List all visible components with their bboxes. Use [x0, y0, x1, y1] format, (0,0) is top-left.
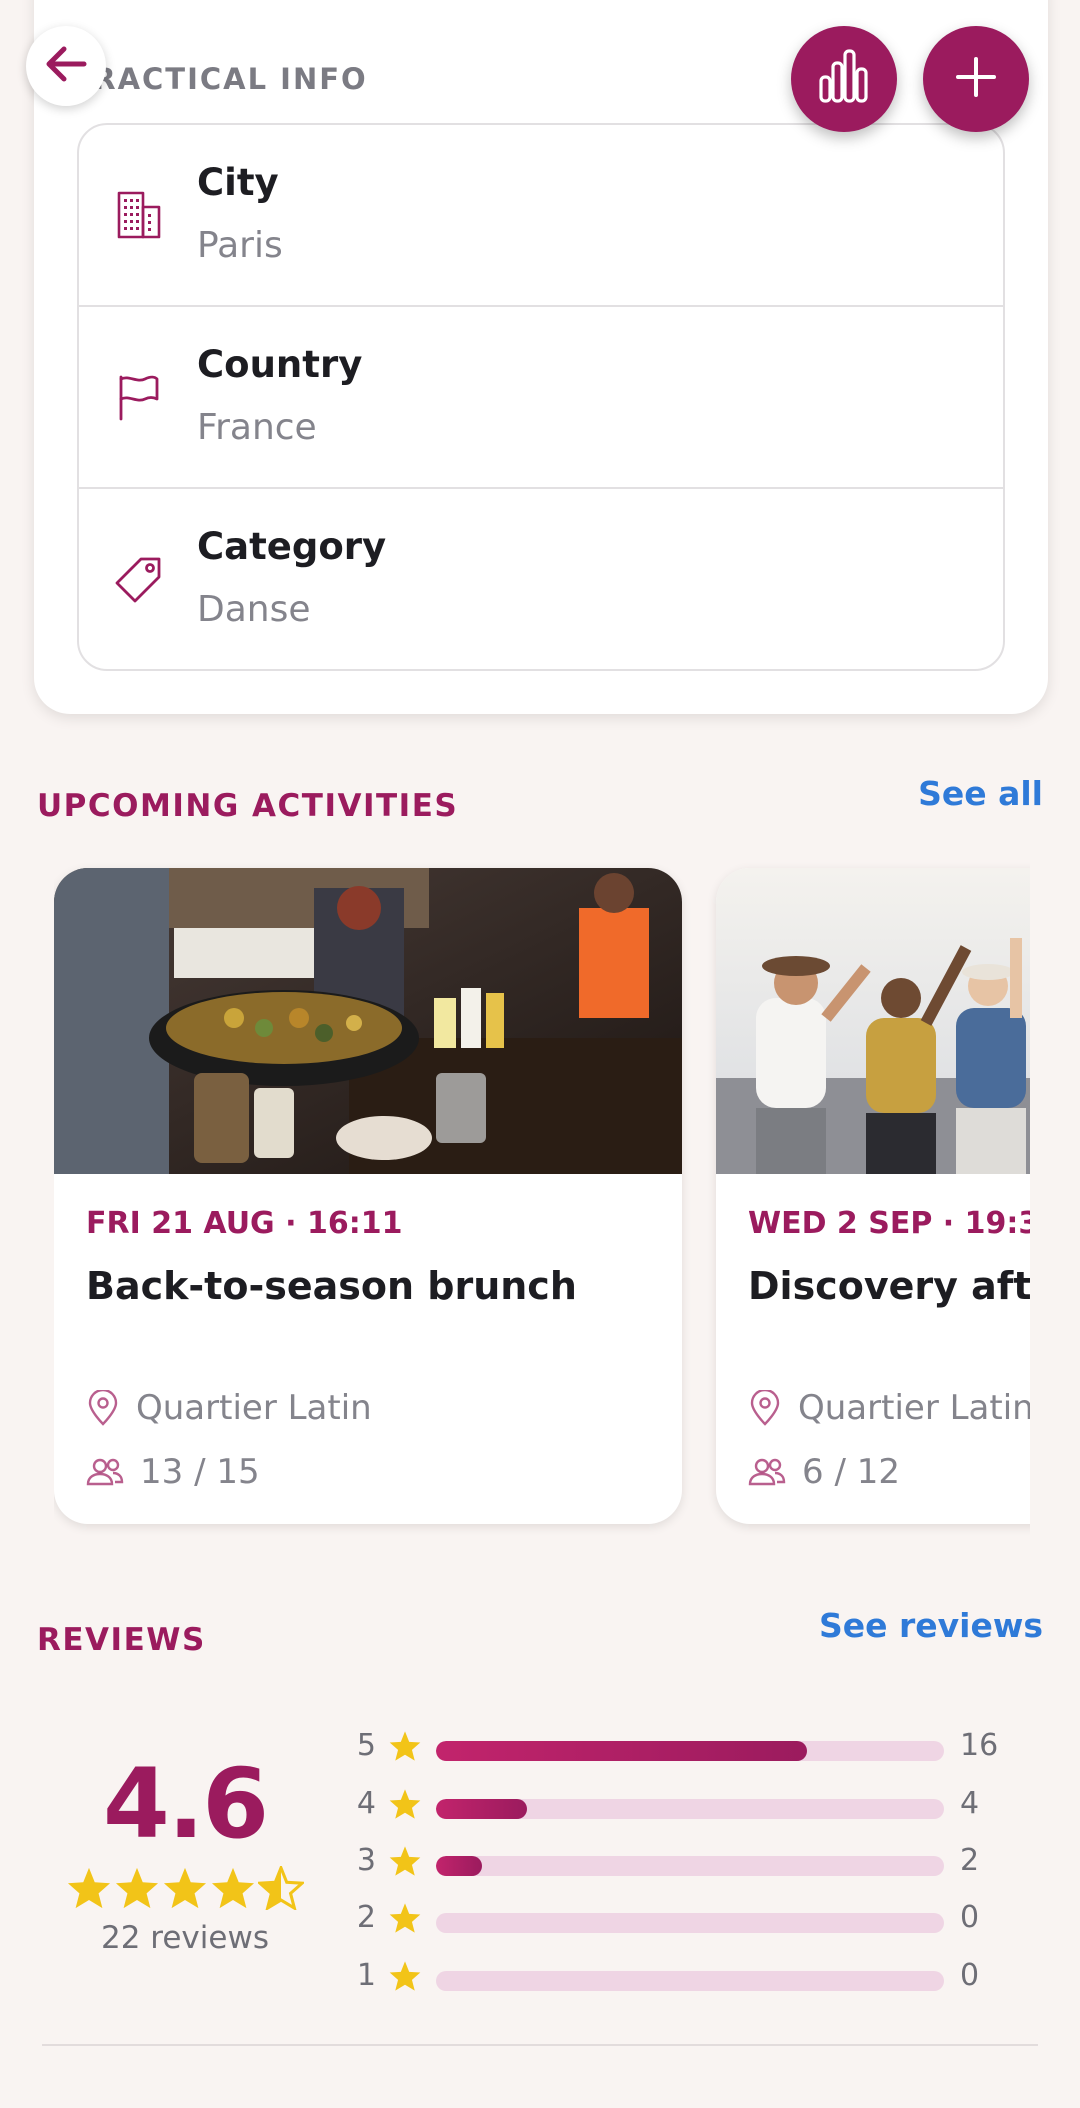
info-row-country: Country France	[79, 307, 1003, 489]
activity-card[interactable]: WED 2 SEP · 19:33 Discovery afternoon Qu…	[716, 868, 1030, 1524]
activity-date: WED 2 SEP · 19:33	[748, 1206, 1030, 1241]
add-button[interactable]	[923, 26, 1029, 132]
rating-stars-label: 2	[356, 1900, 376, 1935]
activities-section-title: UPCOMING ACTIVITIES	[37, 788, 459, 824]
rating-row-4: 4 4	[346, 1786, 1006, 1826]
arrow-left-icon	[42, 40, 90, 92]
people-icon	[748, 1458, 786, 1486]
info-value-city: Paris	[197, 225, 283, 266]
back-button[interactable]	[26, 26, 106, 106]
activity-date: FRI 21 AUG · 16:11	[86, 1206, 403, 1241]
star-icon	[67, 1867, 111, 1909]
location-pin-icon	[750, 1390, 780, 1426]
star-icon	[389, 1789, 421, 1819]
star-icon	[389, 1731, 421, 1761]
info-value-country: France	[197, 407, 317, 448]
info-row-city: City Paris	[79, 125, 1003, 307]
info-label-category: Category	[197, 525, 387, 568]
rating-bar-track	[436, 1913, 944, 1933]
activity-title: Discovery afternoon	[748, 1264, 1030, 1308]
activity-location-text: Quartier Latin	[798, 1388, 1030, 1428]
average-rating: 4.6	[102, 1748, 269, 1860]
section-divider	[42, 2044, 1038, 2046]
activity-card[interactable]: FRI 21 AUG · 16:11 Back-to-season brunch…	[54, 868, 682, 1524]
star-icon	[389, 1961, 421, 1991]
activity-image-brunch	[54, 868, 682, 1174]
rating-bar-fill	[436, 1856, 482, 1876]
see-all-link[interactable]: See all	[918, 774, 1043, 813]
activities-carousel[interactable]: FRI 21 AUG · 16:11 Back-to-season brunch…	[54, 862, 1030, 1542]
tag-icon	[113, 553, 165, 605]
rating-bar-track	[436, 1856, 944, 1876]
star-icon	[389, 1846, 421, 1876]
activity-participants: 13 / 15	[86, 1452, 260, 1492]
activity-location: Quartier Latin	[86, 1388, 372, 1428]
star-icon	[115, 1867, 159, 1909]
info-row-category: Category Danse	[79, 489, 1003, 669]
rating-row-2: 2 0	[346, 1900, 1006, 1940]
rating-count: 0	[960, 1958, 980, 1993]
location-pin-icon	[88, 1390, 118, 1426]
rating-row-3: 3 2	[346, 1843, 1006, 1883]
rating-stars-label: 5	[356, 1728, 376, 1763]
star-icon	[163, 1867, 207, 1909]
activity-location-text: Quartier Latin	[136, 1388, 372, 1428]
star-half-icon	[258, 1866, 304, 1910]
activity-location: Quartier Latin	[748, 1388, 1030, 1428]
rating-count: 16	[960, 1728, 999, 1763]
rating-row-5: 5 16	[346, 1728, 1006, 1768]
activity-participants-text: 13 / 15	[140, 1452, 260, 1492]
practical-info-title: PRACTICAL INFO	[70, 62, 368, 96]
info-label-country: Country	[197, 343, 363, 386]
activity-image-dance	[716, 868, 1030, 1174]
rating-bar-track	[436, 1741, 944, 1761]
rating-stars-label: 3	[356, 1843, 376, 1878]
review-count: 22 reviews	[101, 1920, 269, 1956]
info-label-city: City	[197, 161, 279, 204]
rating-bar-track	[436, 1971, 944, 1991]
see-reviews-link[interactable]: See reviews	[819, 1606, 1043, 1645]
flag-icon	[113, 371, 165, 423]
rating-row-1: 1 0	[346, 1958, 1006, 1998]
people-icon	[86, 1458, 124, 1486]
star-icon	[389, 1903, 421, 1933]
bar-chart-icon	[817, 49, 871, 109]
stats-button[interactable]	[791, 26, 897, 132]
rating-bar-track	[436, 1799, 944, 1819]
rating-stars-label: 1	[356, 1958, 376, 1993]
practical-info-list: City Paris Country France Category Danse	[77, 123, 1005, 671]
rating-stars-label: 4	[356, 1786, 376, 1821]
rating-count: 4	[960, 1786, 980, 1821]
info-value-category: Danse	[197, 589, 311, 630]
rating-count: 2	[960, 1843, 980, 1878]
plus-icon	[954, 55, 998, 103]
average-rating-stars	[66, 1866, 304, 1910]
rating-count: 0	[960, 1900, 980, 1935]
rating-bar-fill	[436, 1741, 807, 1761]
activity-title: Back-to-season brunch	[86, 1264, 577, 1308]
activity-participants: 6 / 12	[748, 1452, 900, 1492]
reviews-section-title: REVIEWS	[37, 1622, 206, 1658]
rating-bar-fill	[436, 1799, 528, 1819]
building-icon	[113, 189, 165, 241]
star-icon	[211, 1867, 255, 1909]
activity-participants-text: 6 / 12	[802, 1452, 900, 1492]
